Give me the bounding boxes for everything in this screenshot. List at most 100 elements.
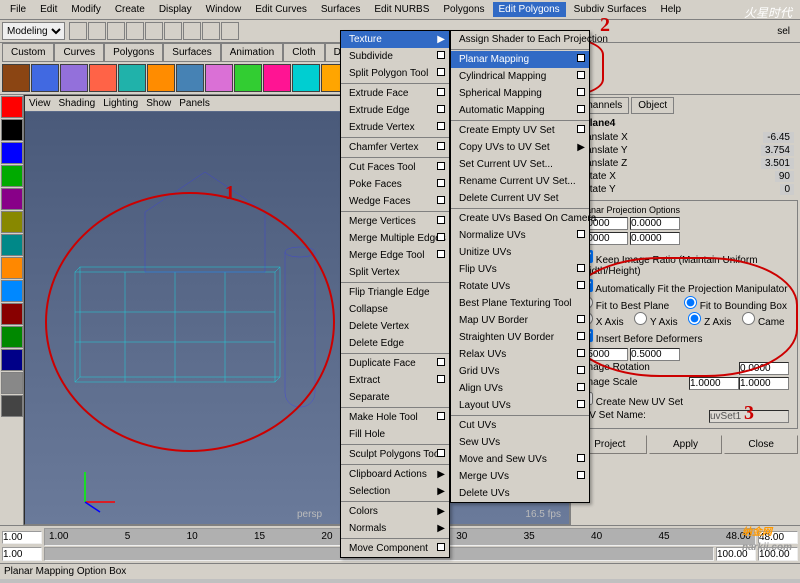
menu-item[interactable]: Duplicate Face (341, 355, 449, 372)
tool-icon[interactable] (1, 280, 23, 302)
shelf-icon[interactable] (31, 64, 59, 92)
menu-item[interactable]: Texture▶ (341, 31, 449, 48)
tool-icon[interactable] (1, 211, 23, 233)
field[interactable] (630, 217, 680, 230)
menu-item[interactable]: Colors▶ (341, 503, 449, 520)
shelf-icon[interactable] (234, 64, 262, 92)
menu-item[interactable]: Flip UVs (451, 261, 589, 278)
menu-item[interactable]: Create UVs Based On Camera (451, 210, 589, 227)
tool-icon[interactable] (1, 142, 23, 164)
keep-ratio-check[interactable]: Keep Image Ratio (Maintain Uniform Width… (578, 249, 793, 278)
shelf-icon[interactable] (60, 64, 88, 92)
menu-item[interactable]: Sculpt Polygons Tool (341, 446, 449, 465)
menu-item[interactable]: Merge Multiple Edges (341, 230, 449, 247)
menu-item[interactable]: Split Polygon Tool (341, 65, 449, 84)
close-button[interactable]: Close (724, 435, 798, 454)
camera-radio[interactable]: Came (740, 316, 786, 329)
shelf-tab-custom[interactable]: Custom (2, 43, 54, 62)
menu-item[interactable]: Wedge Faces (341, 193, 449, 212)
field[interactable] (630, 232, 680, 245)
menu-item[interactable]: Flip Triangle Edge (341, 284, 449, 301)
tool-icon[interactable] (1, 188, 23, 210)
menu-item[interactable]: Merge Edge Tool (341, 247, 449, 264)
tool-icon[interactable] (1, 96, 23, 118)
toolbar-icon[interactable] (183, 22, 201, 40)
menu-item[interactable]: Planar Mapping (451, 51, 589, 68)
menu-item[interactable]: Subdivide (341, 48, 449, 65)
toolbar-icon[interactable] (107, 22, 125, 40)
menu-item[interactable]: Merge UVs (451, 468, 589, 485)
menu-item[interactable]: Grid UVs (451, 363, 589, 380)
menu-item[interactable]: Merge Vertices (341, 213, 449, 230)
shelf-icon[interactable] (2, 64, 30, 92)
menu-item[interactable]: Copy UVs to UV Set▶ (451, 139, 589, 156)
vp-menu-show[interactable]: Show (146, 98, 171, 109)
menu-edit-curves[interactable]: Edit Curves (249, 2, 313, 17)
auto-fit-check[interactable]: Automatically Fit the Projection Manipul… (578, 278, 793, 296)
menu-item[interactable]: Make Hole Tool (341, 409, 449, 426)
scale2[interactable] (739, 377, 789, 390)
menu-item[interactable]: Extrude Vertex (341, 119, 449, 138)
vp-menu-lighting[interactable]: Lighting (103, 98, 138, 109)
toolbar-icon[interactable] (88, 22, 106, 40)
val2[interactable] (630, 348, 680, 361)
range-start[interactable] (2, 547, 42, 561)
menu-item[interactable]: Spherical Mapping (451, 85, 589, 102)
menu-surfaces[interactable]: Surfaces (315, 2, 366, 17)
menu-item[interactable]: Unitize UVs (451, 244, 589, 261)
menu-window[interactable]: Window (200, 2, 248, 17)
rotation-field[interactable] (739, 362, 789, 375)
menu-item[interactable]: Delete Vertex (341, 318, 449, 335)
menu-item[interactable]: Map UV Border (451, 312, 589, 329)
menu-item[interactable]: Delete Current UV Set (451, 190, 589, 209)
shelf-tab-curves[interactable]: Curves (54, 43, 104, 62)
toolbar-icon[interactable] (164, 22, 182, 40)
tool-icon[interactable] (1, 349, 23, 371)
tool-icon[interactable] (1, 395, 23, 417)
menu-polygons[interactable]: Polygons (437, 2, 490, 17)
time-start[interactable] (2, 531, 42, 544)
menu-item[interactable]: Delete Edge (341, 335, 449, 354)
menu-edit-polygons[interactable]: Edit Polygons (493, 2, 566, 17)
menu-edit[interactable]: Edit (34, 2, 63, 17)
menu-item[interactable]: Cut UVs (451, 417, 589, 434)
toolbar-icon[interactable] (126, 22, 144, 40)
shelf-icon[interactable] (263, 64, 291, 92)
menu-item[interactable]: Chamfer Vertex (341, 139, 449, 158)
menu-item[interactable]: Collapse (341, 301, 449, 318)
menu-item[interactable]: Cylindrical Mapping (451, 68, 589, 85)
menu-help[interactable]: Help (655, 2, 688, 17)
shelf-tab-animation[interactable]: Animation (221, 43, 283, 62)
shelf-icon[interactable] (205, 64, 233, 92)
object-tab[interactable]: Object (631, 97, 674, 114)
toolbar-icon[interactable] (221, 22, 239, 40)
menu-item[interactable]: Separate (341, 389, 449, 408)
shelf-icon[interactable] (89, 64, 117, 92)
tool-icon[interactable] (1, 165, 23, 187)
shelf-icon[interactable] (292, 64, 320, 92)
vp-menu-panels[interactable]: Panels (179, 98, 210, 109)
menu-item[interactable]: Assign Shader to Each Projection (451, 31, 589, 50)
menu-item[interactable]: Delete UVs (451, 485, 589, 502)
menu-item[interactable]: Poke Faces (341, 176, 449, 193)
menu-item[interactable]: Cut Faces Tool (341, 159, 449, 176)
menu-item[interactable]: Layout UVs (451, 397, 589, 416)
menu-display[interactable]: Display (153, 2, 198, 17)
menu-item[interactable]: Move and Sew UVs (451, 451, 589, 468)
toolbar-icon[interactable] (69, 22, 87, 40)
menu-item[interactable]: Normalize UVs (451, 227, 589, 244)
shelf-icon[interactable] (147, 64, 175, 92)
menu-item[interactable]: Create Empty UV Set (451, 122, 589, 139)
menu-item[interactable]: Sew UVs (451, 434, 589, 451)
shelf-icon[interactable] (118, 64, 146, 92)
menu-item[interactable]: Extract (341, 372, 449, 389)
vp-menu-view[interactable]: View (29, 98, 51, 109)
menu-item[interactable]: Rename Current UV Set... (451, 173, 589, 190)
menu-item[interactable]: Fill Hole (341, 426, 449, 445)
y-axis-radio[interactable]: Y Axis (632, 316, 679, 329)
shelf-tab-polygons[interactable]: Polygons (104, 43, 163, 62)
menu-item[interactable]: Align UVs (451, 380, 589, 397)
menu-item[interactable]: Extrude Face (341, 85, 449, 102)
menu-item[interactable]: Extrude Edge (341, 102, 449, 119)
menu-item[interactable]: Clipboard Actions▶ (341, 466, 449, 483)
